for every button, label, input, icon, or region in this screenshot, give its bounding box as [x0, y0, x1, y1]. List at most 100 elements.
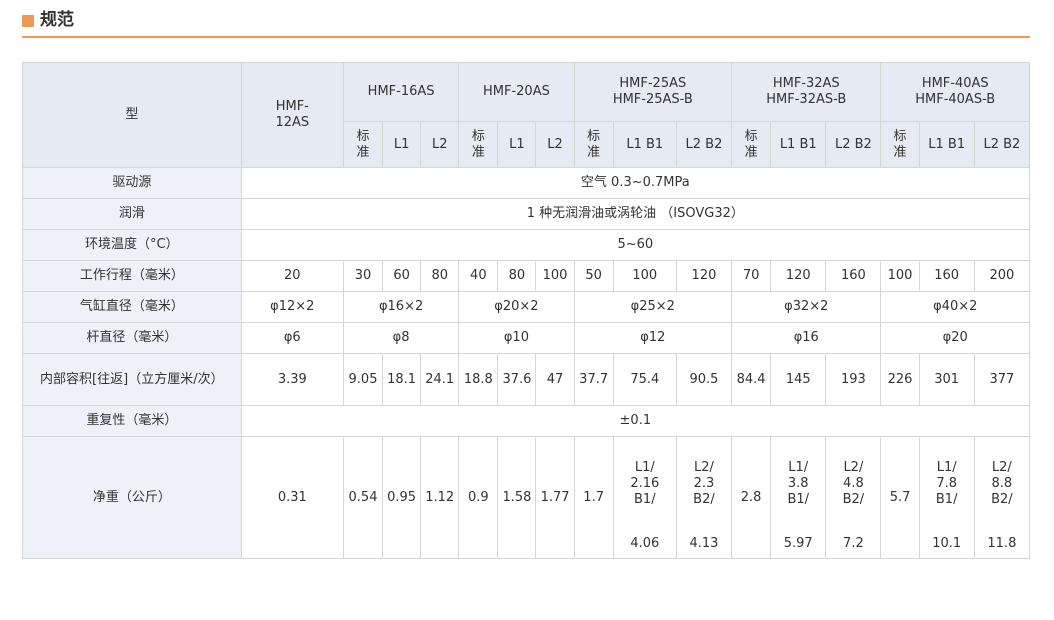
sub-header-std: 标准 [731, 121, 772, 168]
row-label-lubrication: 润滑 [22, 198, 242, 230]
sub-header-line: 准 [744, 144, 758, 160]
volume-cell: 75.4 [612, 353, 677, 406]
weight-split-line: B2/ [842, 491, 865, 507]
stroke-cell: 120 [675, 260, 733, 292]
section-header: 规范 [22, 8, 1030, 38]
corner-label: 型 [22, 62, 242, 168]
sub-header-line: 准 [587, 144, 601, 160]
weight-split-cell: L1/ 3.8 B1/ [770, 436, 827, 531]
stroke-cell: 40 [458, 260, 499, 292]
rod-cell: φ10 [458, 322, 575, 354]
volume-cell: 377 [973, 353, 1031, 406]
stroke-cell: 160 [918, 260, 975, 292]
volume-cell: 145 [770, 353, 827, 406]
volume-cell: 24.1 [420, 353, 460, 406]
sub-header-l2b2: L2 B2 [973, 121, 1031, 168]
weight-split-bottom: 4.13 [675, 530, 733, 559]
rod-cell: φ8 [342, 322, 460, 354]
row-label-weight: 净重（公斤） [22, 436, 242, 559]
weight-split-line: L2/ [991, 459, 1012, 475]
sub-header-line: 准 [471, 144, 485, 160]
weight-cell: 1.12 [420, 436, 460, 559]
weight-split-cell: L2/ 8.8 B2/ [973, 436, 1031, 531]
weight-split-cell: L2/ 2.3 B2/ [675, 436, 733, 531]
stroke-cell: 80 [420, 260, 460, 292]
stroke-cell: 120 [770, 260, 827, 292]
row-label-volume: 内部容积[往返]（立方厘米/次） [22, 353, 242, 406]
volume-cell: 84.4 [731, 353, 772, 406]
sub-header-std: 标准 [342, 121, 384, 168]
volume-cell: 301 [918, 353, 975, 406]
stroke-cell: 60 [382, 260, 422, 292]
volume-cell: 37.6 [497, 353, 537, 406]
weight-split-bottom: 10.1 [918, 530, 975, 559]
row-label-rod: 杆直径（毫米） [22, 322, 242, 354]
weight-split-bottom: 7.2 [825, 530, 882, 559]
sub-header-line: 标 [744, 128, 758, 144]
model-header-16as: HMF-16AS [342, 62, 460, 122]
volume-cell: 9.05 [342, 353, 384, 406]
stroke-cell: 50 [573, 260, 614, 292]
sub-header-std: 标准 [880, 121, 920, 168]
bore-cell: φ20×2 [458, 291, 575, 323]
weight-split-bottom: 11.8 [973, 530, 1031, 559]
model-line: HMF-32AS-B [766, 92, 847, 107]
weight-split-line: B2/ [693, 491, 715, 507]
bore-cell: φ16×2 [342, 291, 460, 323]
model-line: HMF-40AS [921, 76, 989, 91]
weight-split-bottom: 5.97 [770, 530, 827, 559]
weight-split-line: L1/ [788, 459, 809, 475]
model-line: 12AS [275, 115, 310, 130]
weight-split-line: 2.3 [693, 475, 715, 491]
weight-split-cell: L1/ 7.8 B1/ [918, 436, 975, 531]
stroke-cell: 80 [497, 260, 537, 292]
weight-split-line: 3.8 [787, 475, 809, 491]
rod-cell: φ20 [880, 322, 1030, 354]
weight-cell: 0.54 [342, 436, 384, 559]
sub-header-line: 准 [356, 144, 370, 160]
row-label-bore: 气缸直径（毫米） [22, 291, 242, 323]
section-square-icon [22, 15, 34, 27]
stroke-cell: 100 [612, 260, 677, 292]
model-header-32as: HMF-32AS HMF-32AS-B [731, 62, 882, 122]
model-line: HMF-20AS [483, 84, 550, 99]
lubrication-value: 1 种无润滑油或涡轮油 （ISOVG32） [240, 198, 1031, 230]
weight-split-line: B1/ [787, 491, 810, 507]
model-line: HMF-16AS [367, 84, 435, 99]
sub-header-line: 标 [893, 128, 907, 144]
model-line: HMF-32AS [772, 76, 840, 91]
weight-split-line: L1/ [936, 459, 957, 475]
sub-header-line: 标 [356, 128, 370, 144]
weight-split-line: L2/ [694, 459, 714, 475]
weight-cell: 0.95 [382, 436, 422, 559]
spec-table: 型 HMF- 12AS HMF-16AS HMF-20AS HMF-25AS H… [22, 62, 1031, 559]
sub-header-line: 准 [893, 144, 907, 160]
rod-cell: φ16 [731, 322, 882, 354]
weight-split-line: 8.8 [991, 475, 1013, 491]
volume-cell: 193 [825, 353, 882, 406]
sub-header-l1: L1 [382, 121, 422, 168]
sub-header-l1b1: L1 B1 [918, 121, 975, 168]
weight-split-line: 4.8 [843, 475, 864, 491]
row-label-drive-source: 驱动源 [22, 167, 242, 199]
stroke-cell: 100 [535, 260, 575, 292]
weight-split-line: 2.16 [630, 475, 660, 491]
rod-cell: φ12 [573, 322, 733, 354]
weight-split-line: 7.8 [936, 475, 958, 491]
volume-cell: 37.7 [573, 353, 614, 406]
weight-split-cell: L1/ 2.16 B1/ [612, 436, 677, 531]
drive-source-value: 空气 0.3~0.7MPa [240, 167, 1031, 199]
sub-header-line: 标 [471, 128, 485, 144]
sub-header-l1b1: L1 B1 [612, 121, 677, 168]
bore-cell: φ12×2 [240, 291, 344, 323]
volume-cell: 47 [535, 353, 575, 406]
model-line: HMF-25AS-B [612, 92, 693, 107]
weight-cell: 1.77 [535, 436, 575, 559]
volume-cell: 90.5 [675, 353, 733, 406]
rod-cell: φ6 [240, 322, 344, 354]
ambient-temp-value: 5~60 [240, 229, 1031, 261]
weight-cell: 0.31 [240, 436, 344, 559]
model-header-20as: HMF-20AS [458, 62, 575, 122]
model-line: HMF- [275, 99, 309, 114]
bore-cell: φ25×2 [573, 291, 733, 323]
